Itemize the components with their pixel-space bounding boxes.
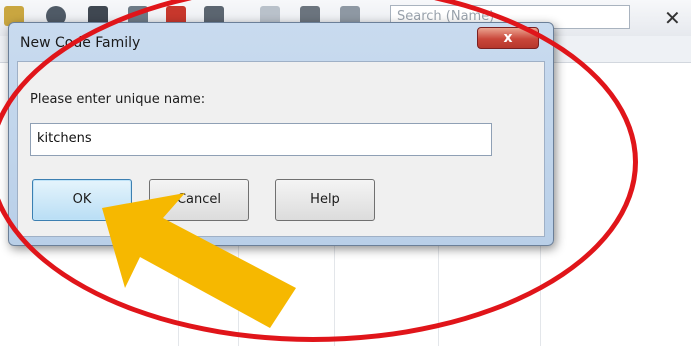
dialog-body: Please enter unique name: kitchens OK Ca…	[17, 61, 545, 237]
ok-button[interactable]: OK	[32, 179, 132, 221]
name-input[interactable]: kitchens	[30, 123, 492, 156]
dialog-title: New Code Family	[20, 35, 141, 51]
new-code-family-dialog: New Code Family x Please enter unique na…	[8, 22, 554, 246]
close-icon[interactable]: ✕	[664, 6, 681, 30]
cancel-button[interactable]: Cancel	[149, 179, 249, 221]
dialog-close-button[interactable]: x	[477, 27, 539, 49]
help-button[interactable]: Help	[275, 179, 375, 221]
name-prompt-label: Please enter unique name:	[30, 92, 206, 107]
